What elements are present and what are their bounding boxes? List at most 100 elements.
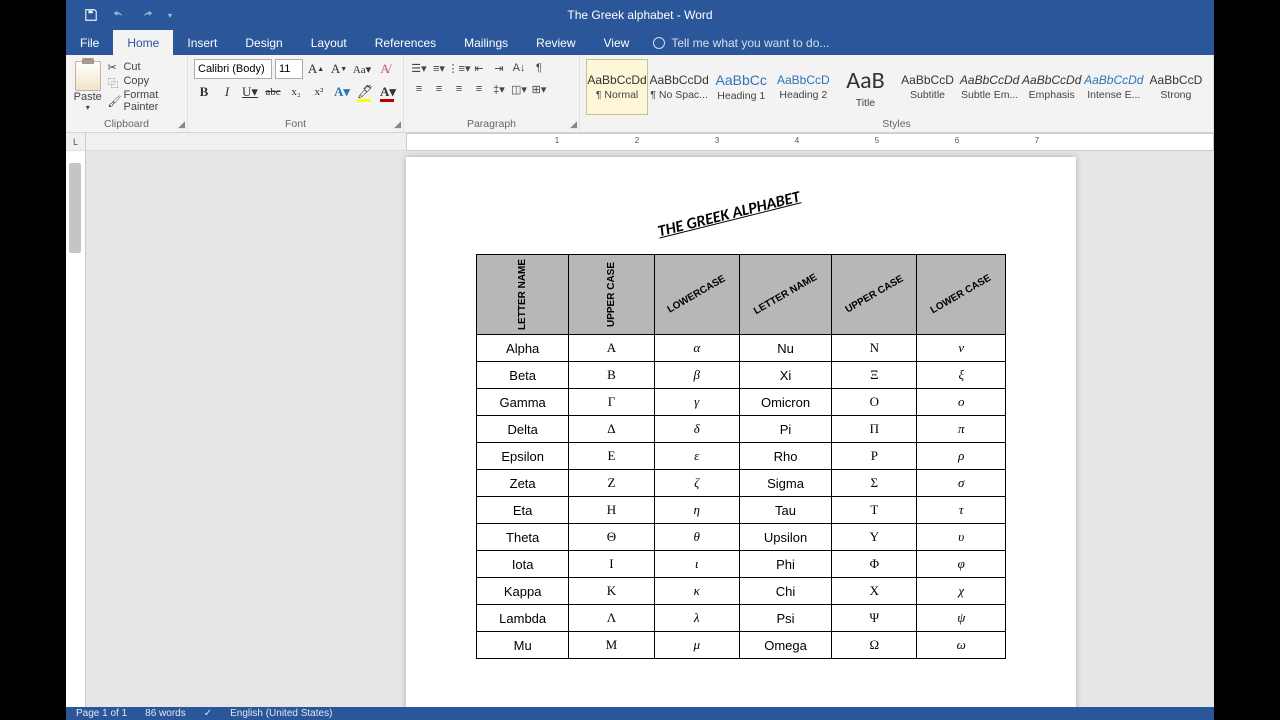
tab-home[interactable]: Home <box>113 30 173 55</box>
bold-button[interactable]: B <box>194 82 214 102</box>
word-count[interactable]: 86 words <box>145 708 186 719</box>
tab-file[interactable]: File <box>66 30 113 55</box>
table-cell: Sigma <box>739 470 831 497</box>
grow-font-button[interactable]: A▲ <box>306 59 326 79</box>
paste-label: Paste <box>74 91 102 103</box>
style-title[interactable]: AaBTitle <box>834 59 896 115</box>
borders-button[interactable]: ⊞▾ <box>530 80 548 98</box>
dialog-launcher-icon[interactable]: ◢ <box>394 119 401 130</box>
table-cell: Chi <box>739 578 831 605</box>
tab-mailings[interactable]: Mailings <box>450 30 522 55</box>
style-subtle-em-[interactable]: AaBbCcDdSubtle Em... <box>959 59 1021 115</box>
style-heading-1[interactable]: AaBbCcHeading 1 <box>710 59 772 115</box>
cut-button[interactable]: ✂Cut <box>107 61 181 73</box>
strike-button[interactable]: abc <box>263 82 283 102</box>
clear-format-button[interactable]: A̸ <box>375 59 395 79</box>
dialog-launcher-icon[interactable]: ◢ <box>178 119 185 130</box>
table-cell: δ <box>654 416 739 443</box>
tell-me-search[interactable]: Tell me what you want to do... <box>643 30 829 55</box>
spellcheck-icon[interactable]: ✓ <box>204 708 212 719</box>
decrease-indent-button[interactable]: ⇤ <box>470 59 488 77</box>
style-heading-2[interactable]: AaBbCcDHeading 2 <box>772 59 834 115</box>
sort-button[interactable]: A↓ <box>510 59 528 77</box>
table-cell: Zeta <box>477 470 569 497</box>
italic-button[interactable]: I <box>217 82 237 102</box>
document-area[interactable]: THE GREEK ALPHABET LETTER NAMEUPPER CASE… <box>66 151 1214 720</box>
table-cell: Υ <box>832 524 917 551</box>
table-cell: Ξ <box>832 362 917 389</box>
table-cell: Ω <box>832 632 917 659</box>
style-name: Strong <box>1160 89 1191 101</box>
table-header: LETTER NAME <box>739 255 831 335</box>
tab-design[interactable]: Design <box>231 30 296 55</box>
tab-review[interactable]: Review <box>522 30 589 55</box>
pilcrow-button[interactable]: ¶ <box>530 59 548 77</box>
style-emphasis[interactable]: AaBbCcDdEmphasis <box>1021 59 1083 115</box>
align-right-button[interactable]: ≡ <box>450 80 468 98</box>
line-spacing-button[interactable]: ‡▾ <box>490 80 508 98</box>
style-intense-e-[interactable]: AaBbCcDdIntense E... <box>1083 59 1145 115</box>
tab-insert[interactable]: Insert <box>173 30 231 55</box>
increase-indent-button[interactable]: ⇥ <box>490 59 508 77</box>
redo-icon[interactable] <box>140 8 154 22</box>
copy-button[interactable]: ⿻Copy <box>107 75 181 87</box>
superscript-button[interactable]: x² <box>309 82 329 102</box>
tab-layout[interactable]: Layout <box>297 30 361 55</box>
align-left-button[interactable]: ≡ <box>410 80 428 98</box>
table-cell: ν <box>917 335 1006 362</box>
table-cell: Iota <box>477 551 569 578</box>
table-cell: Κ <box>569 578 654 605</box>
table-cell: ε <box>654 443 739 470</box>
qat-dropdown-icon[interactable]: ▾ <box>168 11 172 20</box>
table-cell: Μ <box>569 632 654 659</box>
align-center-button[interactable]: ≡ <box>430 80 448 98</box>
format-painter-button[interactable]: 🖌Format Painter <box>107 89 181 113</box>
numbering-button[interactable]: ≡▾ <box>430 59 448 77</box>
ruler-number: 7 <box>1035 136 1039 145</box>
paste-button[interactable]: Paste ▾ <box>72 59 103 112</box>
table-cell: Epsilon <box>477 443 569 470</box>
subscript-button[interactable]: x₂ <box>286 82 306 102</box>
font-size-input[interactable] <box>275 59 303 79</box>
table-cell: ρ <box>917 443 1006 470</box>
table-cell: Ψ <box>832 605 917 632</box>
table-cell: Ζ <box>569 470 654 497</box>
style--normal[interactable]: AaBbCcDd¶ Normal <box>586 59 648 115</box>
font-name-input[interactable] <box>194 59 272 79</box>
table-cell: Pi <box>739 416 831 443</box>
text-effects-button[interactable]: A▾ <box>332 82 352 102</box>
shading-button[interactable]: ◫▾ <box>510 80 528 98</box>
table-cell: Ρ <box>832 443 917 470</box>
change-case-button[interactable]: Aa▾ <box>352 59 372 79</box>
page-indicator[interactable]: Page 1 of 1 <box>76 708 127 719</box>
table-row: GammaΓγOmicronΟο <box>477 389 1006 416</box>
shrink-font-button[interactable]: A▼ <box>329 59 349 79</box>
justify-button[interactable]: ≡ <box>470 80 488 98</box>
table-header: UPPER CASE <box>569 255 654 335</box>
paragraph-group-label: Paragraph <box>467 118 516 130</box>
table-cell: Π <box>832 416 917 443</box>
undo-icon[interactable] <box>112 8 126 22</box>
ruler-corner: L <box>66 133 86 151</box>
table-cell: φ <box>917 551 1006 578</box>
table-cell: Τ <box>832 497 917 524</box>
underline-button[interactable]: U▾ <box>240 82 260 102</box>
dialog-launcher-icon[interactable]: ◢ <box>570 119 577 130</box>
table-cell: Δ <box>569 416 654 443</box>
bullets-button[interactable]: ☰▾ <box>410 59 428 77</box>
save-icon[interactable] <box>84 8 98 22</box>
tab-view[interactable]: View <box>590 30 644 55</box>
font-color-button[interactable]: A▾ <box>378 82 398 102</box>
table-cell: π <box>917 416 1006 443</box>
multilevel-button[interactable]: ⋮≡▾ <box>450 59 468 77</box>
tab-references[interactable]: References <box>361 30 450 55</box>
table-cell: Ε <box>569 443 654 470</box>
highlight-button[interactable]: 🖊 <box>355 82 375 102</box>
table-cell: υ <box>917 524 1006 551</box>
scissors-icon: ✂ <box>107 61 119 73</box>
style-subtitle[interactable]: AaBbCcDSubtitle <box>896 59 958 115</box>
table-cell: ι <box>654 551 739 578</box>
language-indicator[interactable]: English (United States) <box>230 708 332 719</box>
style-strong[interactable]: AaBbCcDStrong <box>1145 59 1207 115</box>
style--no-spac-[interactable]: AaBbCcDd¶ No Spac... <box>648 59 710 115</box>
